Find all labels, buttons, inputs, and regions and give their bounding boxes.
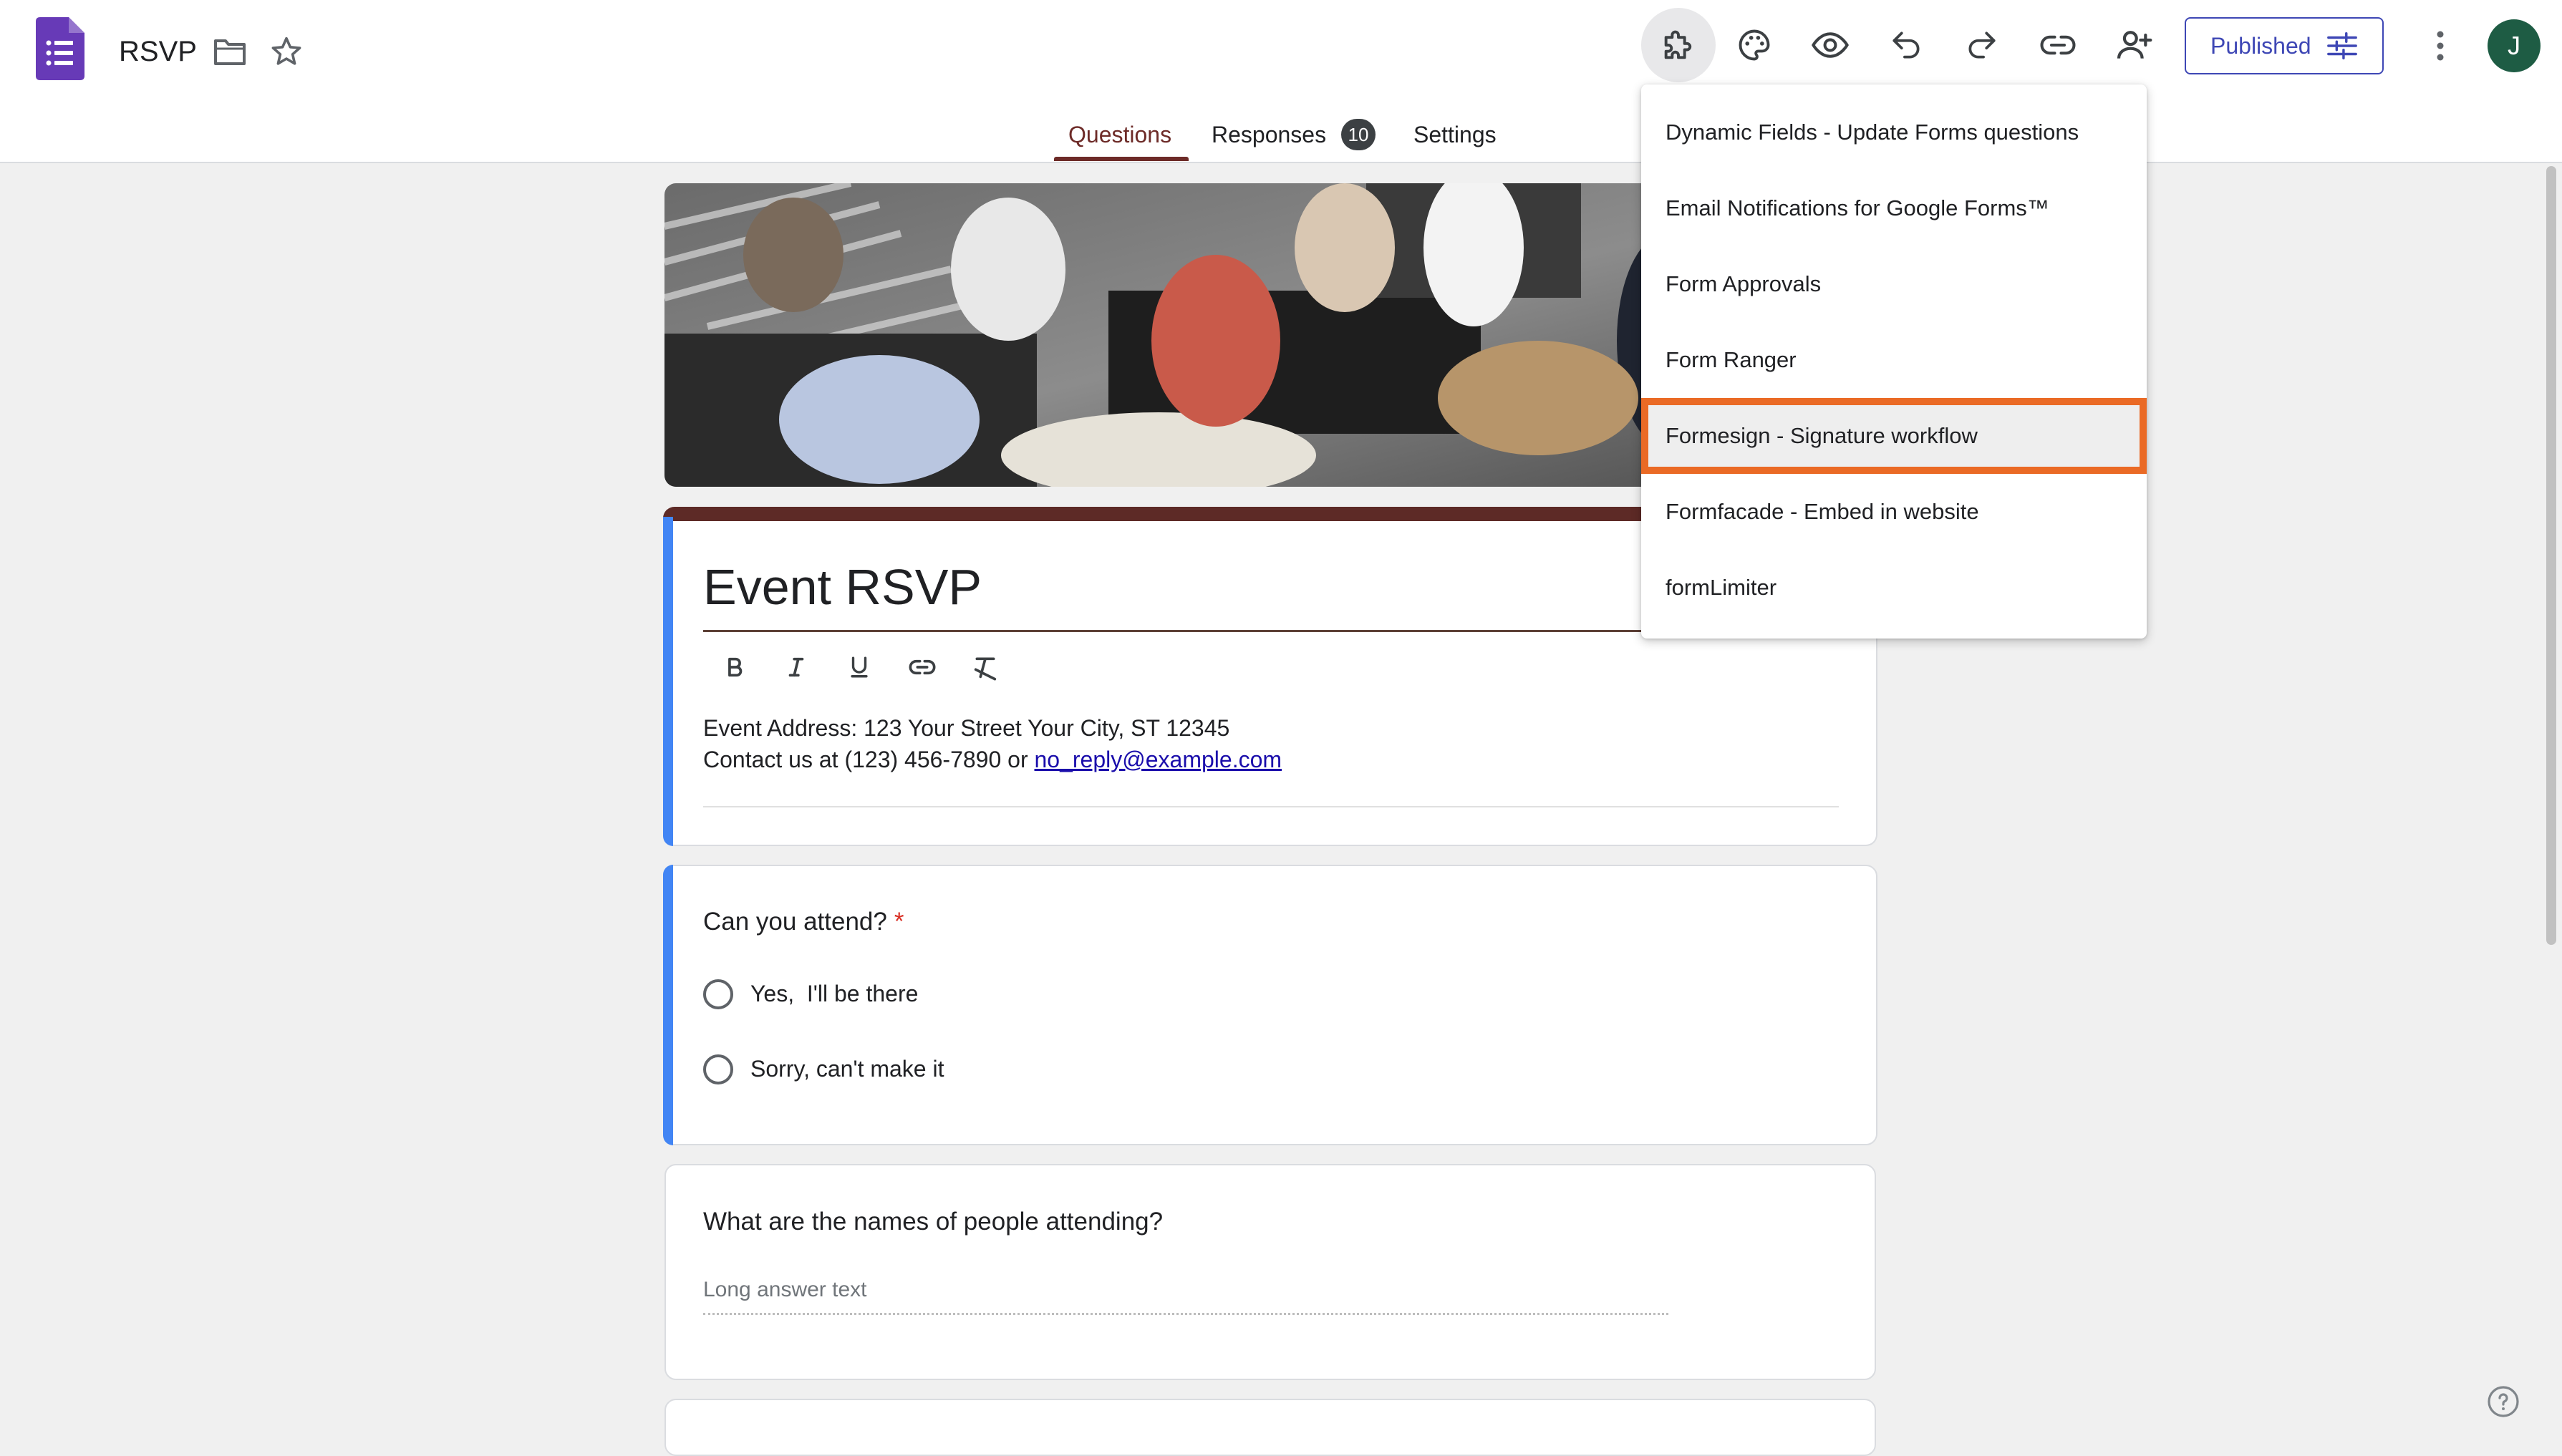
question-text: Can you attend?	[703, 908, 887, 936]
undo-icon[interactable]	[1869, 8, 1943, 82]
insert-link-icon[interactable]	[901, 646, 944, 689]
contact-text: Contact us at (123) 456-7890 or	[703, 747, 1035, 772]
menu-item-formfacade[interactable]: Formfacade - Embed in website	[1641, 474, 2147, 550]
option-label-yes: Yes, I'll be there	[750, 981, 919, 1006]
form-description-contact[interactable]: Contact us at (123) 456-7890 or no_reply…	[703, 744, 1282, 775]
palette-icon[interactable]	[1717, 8, 1792, 82]
link-icon[interactable]	[2021, 8, 2095, 82]
sliders-icon	[2326, 31, 2359, 60]
addons-puzzle-icon[interactable]	[1641, 8, 1716, 82]
page-scrollbar[interactable]	[2546, 166, 2556, 945]
question-card-names[interactable]	[664, 1164, 1876, 1380]
form-description-address[interactable]: Event Address: 123 Your Street Your City…	[703, 712, 1229, 744]
more-vert-icon[interactable]	[2420, 26, 2460, 66]
responses-count-badge: 10	[1341, 119, 1376, 150]
help-icon[interactable]	[2485, 1383, 2522, 1420]
selected-card-indicator	[663, 517, 673, 846]
underline-icon[interactable]	[838, 646, 881, 689]
add-collaborator-icon[interactable]	[2097, 8, 2171, 82]
option-label-sorry: Sorry, can't make it	[750, 1056, 944, 1082]
published-label: Published	[2210, 32, 2311, 59]
bold-icon[interactable]	[713, 646, 756, 689]
radio-yes[interactable]	[703, 979, 733, 1009]
tab-responses[interactable]: Responses	[1212, 117, 1326, 160]
contact-email-link[interactable]: no_reply@example.com	[1035, 747, 1282, 772]
tab-questions[interactable]: Questions	[1068, 117, 1171, 160]
question-focus-indicator	[663, 865, 673, 1145]
active-tab-indicator	[1054, 157, 1189, 161]
clear-formatting-icon[interactable]	[964, 646, 1007, 689]
menu-item-form-approvals[interactable]: Form Approvals	[1641, 246, 2147, 322]
menu-item-form-ranger[interactable]: Form Ranger	[1641, 322, 2147, 398]
eye-preview-icon[interactable]	[1793, 8, 1867, 82]
redo-icon[interactable]	[1945, 8, 2019, 82]
document-title[interactable]: RSVP	[119, 30, 197, 73]
description-underline	[703, 806, 1839, 807]
menu-item-formesign[interactable]: Formesign - Signature workflow	[1641, 398, 2147, 474]
menu-item-dynamic-fields[interactable]: Dynamic Fields - Update Forms questions	[1641, 94, 2147, 170]
forms-logo-icon[interactable]	[34, 17, 86, 80]
star-icon[interactable]	[266, 31, 306, 72]
question-title-names[interactable]: What are the names of people attending?	[703, 1204, 1163, 1240]
published-button[interactable]: Published	[2185, 17, 2384, 74]
next-question-card[interactable]	[664, 1399, 1876, 1456]
radio-sorry[interactable]	[703, 1054, 733, 1084]
question-title-attend[interactable]: Can you attend? *	[703, 904, 904, 940]
italic-icon[interactable]	[775, 646, 818, 689]
required-asterisk: *	[894, 908, 904, 936]
menu-item-formlimiter[interactable]: formLimiter	[1641, 550, 2147, 626]
form-title[interactable]: Event RSVP	[703, 551, 982, 623]
long-answer-placeholder: Long answer text	[703, 1278, 867, 1301]
menu-item-email-notifications[interactable]: Email Notifications for Google Forms™	[1641, 170, 2147, 246]
addons-dropdown-menu: Dynamic Fields - Update Forms questions …	[1641, 84, 2147, 639]
folder-icon[interactable]	[211, 33, 249, 72]
tab-settings[interactable]: Settings	[1413, 117, 1497, 160]
account-avatar[interactable]: J	[2488, 19, 2541, 72]
form-title-underline	[703, 630, 1641, 632]
long-answer-underline	[703, 1313, 1668, 1315]
